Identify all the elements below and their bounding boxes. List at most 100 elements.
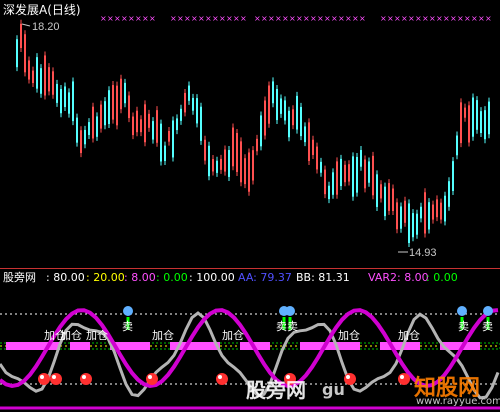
candle-body: [320, 161, 322, 173]
price-chart[interactable]: × × × × × × × × × × × × × × × × × × × × × × × × × × × × × × × × × × × × × × × ×…: [0, 0, 500, 268]
candle-body: [272, 81, 274, 104]
sell-signal-ball: [285, 306, 295, 316]
x-marker: ×: [254, 14, 261, 23]
candle-body: [292, 109, 294, 126]
candle-body: [236, 132, 238, 172]
candle-body: [128, 95, 130, 119]
candle-body: [84, 129, 86, 145]
candle-body: [340, 158, 342, 187]
var2-tail: : 0.00: [426, 271, 458, 284]
candle-body: [24, 34, 26, 73]
var2-value: VAR2: 8.00: [368, 271, 429, 284]
candle-body: [240, 141, 242, 183]
x-marker: ×: [135, 14, 142, 23]
buy-signal-ball: [38, 373, 50, 385]
x-marker: ×: [198, 14, 205, 23]
candle-body: [56, 83, 58, 103]
buy-signal-highlight: [52, 375, 56, 379]
candle-body: [200, 106, 202, 141]
x-marker: ×: [471, 14, 478, 23]
candle-body: [116, 85, 118, 126]
x-marker: ×: [219, 14, 226, 23]
candle-body: [108, 90, 110, 125]
candle-body: [160, 123, 162, 162]
candle-body: [32, 70, 34, 84]
candle-body: [468, 105, 470, 143]
buy-signal-ball: [146, 373, 158, 385]
candle-body: [196, 98, 198, 124]
x-marker: ×: [114, 14, 121, 23]
candle-body: [164, 145, 166, 161]
candle-body: [256, 138, 258, 152]
candle-body: [476, 100, 478, 130]
top-signal-markers: × × × × × × × × × × × × × × × × × × × × × × × × × × × × × × × × × × × × × × × ×…: [100, 14, 492, 23]
candlesticks: [16, 19, 490, 248]
x-marker: ×: [310, 14, 317, 23]
candle-body: [252, 150, 254, 181]
candle-body: [48, 67, 50, 92]
candle-body: [188, 85, 190, 101]
x-marker: ×: [275, 14, 282, 23]
signal-label: 卖: [482, 320, 493, 333]
buy-signal-ball: [80, 373, 92, 385]
candle-body: [80, 130, 82, 154]
candle-body: [324, 169, 326, 195]
candle-body: [284, 100, 286, 121]
candle-body: [280, 98, 282, 114]
x-marker: ×: [261, 14, 268, 23]
param-2: : 20.00: [86, 271, 125, 284]
candle-body: [296, 95, 298, 130]
x-marker: ×: [359, 14, 366, 23]
signal-label: 加仓: [222, 328, 244, 342]
candle-body: [112, 85, 114, 120]
buy-signal-highlight: [40, 375, 44, 379]
x-marker: ×: [107, 14, 114, 23]
candle-body: [20, 23, 22, 48]
candle-body: [288, 110, 290, 138]
candle-body: [172, 120, 174, 158]
candle-body: [308, 122, 310, 161]
signal-block: [380, 342, 420, 350]
candle-body: [356, 156, 358, 193]
candle-body: [452, 161, 454, 191]
screen: { "title": "深发展A(日线)", "price_high_label…: [0, 0, 500, 412]
candle-body: [152, 121, 154, 140]
x-marker: ×: [289, 14, 296, 23]
x-marker: ×: [205, 14, 212, 23]
param-5: : 100.00: [189, 271, 235, 284]
candle-body: [352, 156, 354, 197]
candle-body: [484, 110, 486, 140]
x-marker: ×: [401, 14, 408, 23]
signal-block: [70, 342, 90, 350]
candle-body: [208, 145, 210, 177]
x-marker: ×: [324, 14, 331, 23]
high-price-label: 18.20: [32, 21, 60, 33]
candle-body: [100, 104, 102, 129]
signal-label: 卖卖: [276, 320, 298, 333]
watermark-mid: gu: [322, 380, 345, 399]
x-marker: ×: [457, 14, 464, 23]
signal-block: [300, 342, 360, 350]
candle-body: [480, 111, 482, 134]
candle-body: [40, 68, 42, 94]
candle-body: [488, 101, 490, 135]
watermark-left: 股旁网: [246, 378, 306, 402]
candle-body: [424, 192, 426, 234]
candle-body: [300, 106, 302, 137]
candle-body: [420, 206, 422, 219]
candle-body: [408, 203, 410, 244]
candle-body: [176, 118, 178, 131]
candle-body: [360, 150, 362, 167]
x-marker: ×: [212, 14, 219, 23]
candle-body: [428, 202, 430, 230]
candle-body: [180, 108, 182, 121]
sell-signal-ball: [483, 306, 493, 316]
low-price-label: 14.93: [409, 247, 437, 259]
x-marker: ×: [422, 14, 429, 23]
candle-body: [124, 82, 126, 104]
candle-body: [184, 92, 186, 113]
candle-body: [336, 161, 338, 195]
x-marker: ×: [331, 14, 338, 23]
x-marker: ×: [415, 14, 422, 23]
chart-title: 深发展A(日线): [3, 3, 81, 17]
